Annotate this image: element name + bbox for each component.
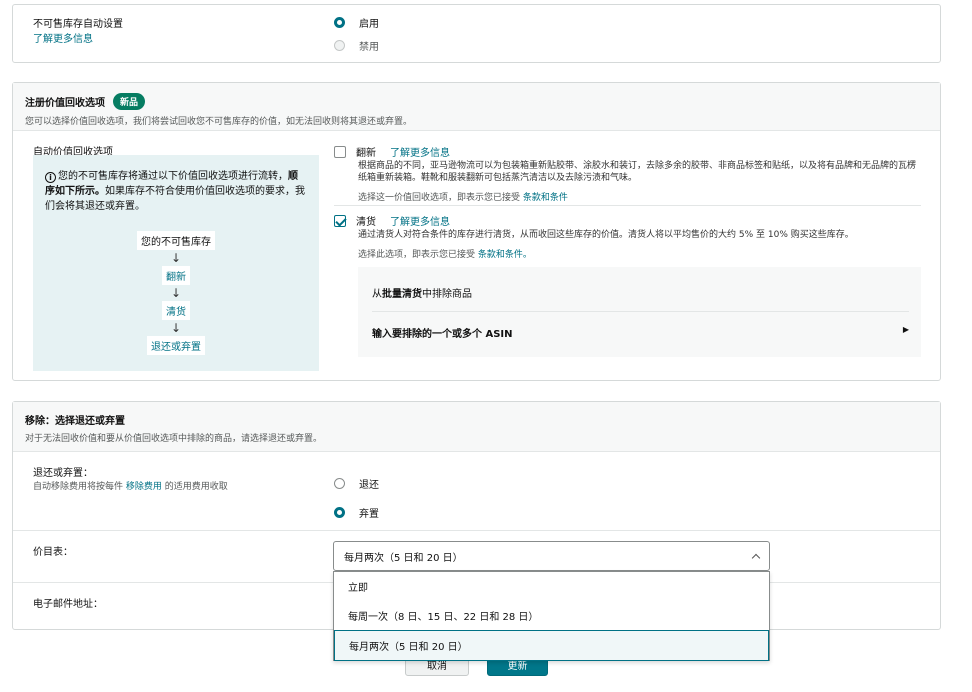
exclude-divider [372, 311, 909, 312]
flow-step-refurb: 翻新 [162, 266, 190, 285]
refurb-header: 翻新 了解更多信息 [334, 144, 924, 159]
removal-divider-1 [13, 530, 940, 531]
return-radio[interactable] [334, 478, 345, 489]
schedule-select[interactable]: 每月两次（5 日和 20 日） [333, 541, 770, 571]
value-recovery-title: 注册价值回收选项 [25, 98, 105, 109]
flow-steps: 您的不可售库存 ↓ 翻新 ↓ 清货 ↓ 退还或弃置 [33, 231, 319, 355]
schedule-option-twice-monthly[interactable]: 每月两次（5 日和 20 日） [334, 630, 769, 661]
removal-fee-note: 自动移除费用将按每件 移除费用 的适用费用收取 [33, 479, 228, 492]
email-label: 电子邮件地址： [33, 599, 103, 610]
flow-intro-text: 您的不可售库存将通过以下价值回收选项进行流转， [58, 171, 288, 182]
exclude-suffix: 中排除商品 [422, 289, 472, 300]
refurb-title: 翻新 [356, 148, 376, 159]
exclude-bold: 批量清货 [382, 289, 422, 300]
schedule-option-weekly[interactable]: 每周一次（8 日、15 日、22 日和 28 日） [334, 601, 769, 630]
flow-arrow-icon: ↓ [170, 321, 182, 335]
refurb-terms-text: 选择这一价值回收选项，即表示您已接受 [358, 193, 521, 203]
new-badge: 新品 [113, 93, 146, 110]
value-recovery-title-row: 注册价值回收选项 新品 [25, 93, 928, 110]
chevron-up-icon [751, 553, 761, 563]
value-recovery-header: 注册价值回收选项 新品 您可以选择价值回收选项，我们将尝试回收您不可售库存的价值… [13, 83, 940, 131]
removal-header: 移除：选择退还或弃置 对于无法回收价值和要从价值回收选项中排除的商品，请选择退还… [13, 402, 940, 452]
removal-title: 移除：选择退还或弃置 [25, 416, 125, 427]
schedule-option-immediate[interactable]: 立即 [334, 572, 769, 601]
dispose-option[interactable]: 弃置 [334, 505, 379, 520]
schedule-dropdown: 立即 每周一次（8 日、15 日、22 日和 28 日） 每月两次（5 日和 2… [333, 571, 770, 661]
liquidation-title: 清货 [356, 217, 376, 228]
return-label: 退还 [359, 480, 379, 491]
fee-prefix: 自动移除费用将按每件 [33, 482, 124, 492]
flow-arrow-icon: ↓ [170, 286, 182, 300]
schedule-selected-value: 每月两次（5 日和 20 日） [344, 552, 463, 564]
flow-step-inventory: 您的不可售库存 [137, 231, 215, 250]
asin-expander-label: 输入要排除的一个或多个 ASIN [372, 329, 513, 340]
flow-info-box: i 您的不可售库存将通过以下价值回收选项进行流转，顺序如下所示。如果库存不符合使用… [33, 155, 319, 371]
liquidation-terms-text: 选择此选项，即表示您已接受 [358, 250, 476, 260]
enable-label: 启用 [359, 19, 379, 30]
fee-suffix: 的适用费用收取 [164, 482, 228, 492]
liquidation-header: 清货 了解更多信息 [334, 213, 924, 228]
refurb-description: 根据商品的不同，亚马逊物流可以为包装箱重新贴胶带、涂胶水和装订，去除多余的胶带、… [358, 161, 917, 183]
flow-step-return-dispose: 退还或弃置 [147, 336, 205, 355]
refurb-checkbox[interactable] [334, 145, 346, 158]
refurb-terms-link[interactable]: 条款和条件 [523, 193, 568, 203]
asin-expander[interactable]: 输入要排除的一个或多个 ASIN ▶ [372, 325, 909, 340]
option-divider [334, 205, 921, 206]
flow-step-liquidation: 清货 [162, 301, 190, 320]
value-recovery-subtitle: 您可以选择价值回收选项，我们将尝试回收您不可售库存的价值，如无法回收则将其退还或… [25, 117, 413, 127]
dispose-radio[interactable] [334, 507, 345, 518]
return-dispose-label: 退还或弃置： [33, 468, 93, 479]
caret-right-icon: ▶ [902, 325, 909, 334]
liquidation-terms-link[interactable]: 条款和条件。 [478, 250, 532, 260]
disable-option[interactable]: 禁用 [334, 38, 379, 53]
exclude-title: 从批量清货中排除商品 [372, 285, 472, 300]
flow-description: i 您的不可售库存将通过以下价值回收选项进行流转，顺序如下所示。如果库存不符合使用… [45, 169, 307, 214]
liquidation-option: 清货 了解更多信息 通过清货人对符合条件的库存进行清货，从而收回这些库存的价值。… [334, 213, 924, 260]
exclude-prefix: 从 [372, 289, 382, 300]
exclude-panel: 从批量清货中排除商品 输入要排除的一个或多个 ASIN ▶ [358, 267, 921, 357]
refurb-learn-more-link[interactable]: 了解更多信息 [390, 144, 450, 159]
unsellable-learn-more-link[interactable]: 了解更多信息 [33, 30, 93, 45]
dispose-label: 弃置 [359, 509, 379, 520]
flow-arrow-icon: ↓ [170, 251, 182, 265]
liquidation-terms: 选择此选项，即表示您已接受 条款和条件。 [358, 247, 924, 260]
liquidation-learn-more-link[interactable]: 了解更多信息 [390, 213, 450, 228]
schedule-label: 价目表： [33, 547, 73, 558]
removal-fee-link[interactable]: 移除费用 [126, 482, 162, 492]
removal-subtitle: 对于无法回收价值和要从价值回收选项中排除的商品，请选择退还或弃置。 [25, 434, 323, 444]
enable-radio[interactable] [334, 17, 345, 28]
liquidation-checkbox[interactable] [334, 214, 346, 227]
info-icon: i [45, 172, 56, 183]
liquidation-description: 通过清货人对符合条件的库存进行清货，从而收回这些库存的价值。清货人将以平均售价的… [358, 230, 854, 240]
return-option[interactable]: 退还 [334, 476, 379, 491]
value-recovery-card: 注册价值回收选项 新品 您可以选择价值回收选项，我们将尝试回收您不可售库存的价值… [12, 82, 941, 381]
refurb-option: 翻新 了解更多信息 根据商品的不同，亚马逊物流可以为包装箱重新贴胶带、涂胶水和装… [334, 144, 924, 203]
refurb-terms: 选择这一价值回收选项，即表示您已接受 条款和条件 [358, 190, 924, 203]
disable-label: 禁用 [359, 42, 379, 53]
disable-radio[interactable] [334, 40, 345, 51]
unsellable-settings-card: 不可售库存自动设置 了解更多信息 启用 禁用 [12, 4, 941, 63]
unsellable-label: 不可售库存自动设置 [33, 19, 123, 30]
enable-option[interactable]: 启用 [334, 15, 379, 30]
